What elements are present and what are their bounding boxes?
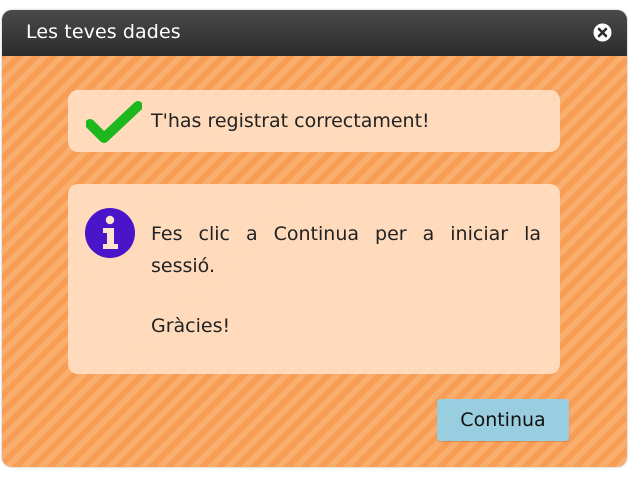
dialog-titlebar: Les teves dades xyxy=(2,10,627,56)
continue-button[interactable]: Continua xyxy=(437,399,569,441)
registration-dialog: Les teves dades T'has registrat correcta… xyxy=(2,10,627,467)
info-message: Fes clic a Continua per a iniciar la ses… xyxy=(151,218,541,342)
info-paragraph-instructions: Fes clic a Continua per a iniciar la ses… xyxy=(151,223,541,277)
close-icon[interactable] xyxy=(593,23,612,42)
dialog-title: Les teves dades xyxy=(26,21,181,43)
info-icon xyxy=(84,207,136,259)
info-message-panel: Fes clic a Continua per a iniciar la ses… xyxy=(68,184,560,374)
success-message: T'has registrat correctament! xyxy=(151,110,430,132)
info-paragraph-thanks: Gràcies! xyxy=(151,315,231,337)
checkmark-icon xyxy=(85,100,143,144)
success-message-panel: T'has registrat correctament! xyxy=(68,90,560,152)
